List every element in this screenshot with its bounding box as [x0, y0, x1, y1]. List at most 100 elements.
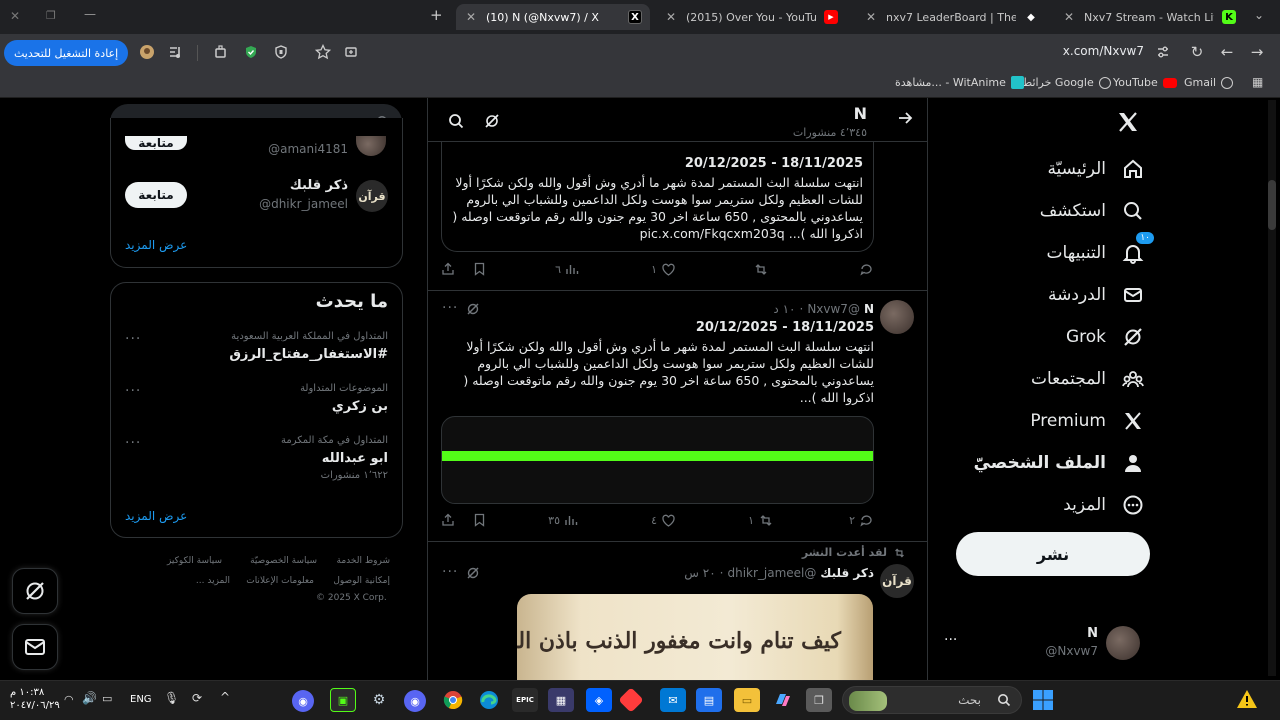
restore-window-icon[interactable]: ❐: [46, 9, 56, 22]
dropbox-icon[interactable]: ◈: [586, 688, 612, 712]
taskbar-search[interactable]: بحث: [842, 686, 1022, 714]
repost-button[interactable]: ١: [748, 513, 774, 528]
media-controls-icon[interactable]: [164, 41, 186, 63]
kick-app-icon[interactable]: ▣: [330, 688, 356, 712]
repost-button[interactable]: [749, 262, 769, 277]
trend-topic[interactable]: بن زكري: [332, 399, 388, 414]
bookmark-button[interactable]: [473, 513, 486, 527]
wifi-icon[interactable]: ◠: [64, 693, 74, 706]
more-options-icon[interactable]: ···: [442, 564, 458, 580]
share-button[interactable]: [441, 513, 455, 527]
nav-premium[interactable]: Premium: [1030, 408, 1146, 434]
tab-x-profile[interactable]: ✕ (10) N (@Nxvw7) / X X: [456, 4, 650, 30]
edge-icon[interactable]: [476, 688, 502, 712]
adblock-shield-icon[interactable]: [240, 41, 262, 63]
store-icon[interactable]: ▤: [696, 688, 722, 712]
close-tab-icon[interactable]: ✕: [664, 10, 678, 24]
sync-icon[interactable]: ⟳: [192, 691, 202, 705]
discord-icon[interactable]: ◉: [292, 690, 314, 712]
show-more-link[interactable]: عرض المزيد: [125, 238, 187, 252]
microphone-icon[interactable]: 🎙: [164, 691, 179, 705]
follow-button[interactable]: متابعة: [125, 182, 187, 208]
close-tab-icon[interactable]: ✕: [1062, 10, 1076, 24]
all-bookmarks-icon[interactable]: ▦: [1252, 75, 1263, 89]
warning-icon[interactable]: [1236, 688, 1258, 710]
new-tab-icon[interactable]: +: [430, 6, 443, 24]
bookmark-google-maps[interactable]: خرائط Google: [1022, 76, 1111, 89]
language-indicator[interactable]: ENG: [130, 694, 152, 705]
views-button[interactable]: ٣٥: [548, 513, 578, 527]
grok-icon[interactable]: [484, 113, 500, 129]
tweet-media[interactable]: [441, 416, 874, 504]
volume-icon[interactable]: 🔊: [82, 691, 97, 705]
trend-topic[interactable]: #الاستغفار_مفتاح_الرزق: [229, 347, 388, 362]
file-explorer-icon[interactable]: ▭: [734, 688, 760, 712]
windows-start-icon[interactable]: [1032, 689, 1054, 711]
nav-profile[interactable]: الملف الشخصيّ: [974, 450, 1146, 476]
follow-button[interactable]: متابعة: [125, 136, 187, 150]
tweet-media-image[interactable]: كيف تنام وانت مغفور الذنب باذن الله: [517, 594, 873, 680]
copilot-icon[interactable]: [770, 688, 796, 712]
steam-icon[interactable]: ⚙: [366, 688, 392, 712]
repost-label[interactable]: لقد أعدت النشر: [802, 546, 887, 559]
bookmark-youtube[interactable]: YouTube: [1113, 76, 1177, 89]
nav-home[interactable]: الرئيسيّة: [1047, 156, 1146, 182]
footer-link-terms[interactable]: شروط الخدمة: [337, 556, 390, 566]
tweet-author-name[interactable]: N: [864, 302, 874, 316]
task-view-icon[interactable]: ❐: [806, 688, 832, 712]
back-arrow-icon[interactable]: [897, 110, 913, 126]
tab-search-chevron-icon[interactable]: ⌄: [1254, 8, 1264, 22]
epic-games-icon[interactable]: EPIC: [512, 688, 538, 712]
extension-avatar-icon[interactable]: [136, 41, 158, 63]
bookmark-witanime[interactable]: مشاهدة... - WitAnime: [895, 76, 1024, 89]
nav-messages[interactable]: الدردشة: [1048, 282, 1146, 308]
reply-button[interactable]: ٢: [849, 513, 874, 528]
discord-canary-icon[interactable]: ◉: [404, 690, 426, 712]
tweet-time[interactable]: ٢٠ س: [684, 566, 715, 580]
extensions-puzzle-icon[interactable]: [210, 41, 232, 63]
more-options-icon[interactable]: ···: [442, 300, 458, 316]
show-more-link[interactable]: عرض المزيد: [125, 509, 187, 523]
reload-icon[interactable]: ↻: [1186, 41, 1208, 63]
footer-link-ads-info[interactable]: معلومات الإعلانات: [246, 576, 314, 586]
close-window-icon[interactable]: ✕: [10, 9, 20, 23]
bookmark-button[interactable]: [473, 262, 486, 276]
quoted-tweet-card[interactable]: 18/11/2025 - 20/12/2025 انتهت سلسلة البث…: [441, 142, 874, 252]
footer-link-privacy[interactable]: سياسة الخصوصيّة: [250, 556, 317, 566]
battery-icon[interactable]: ▭: [102, 692, 112, 705]
scrollbar-thumb[interactable]: [1268, 180, 1276, 230]
footer-link-cookies[interactable]: سياسة الكوكيز: [167, 556, 222, 566]
grok-float-button[interactable]: [12, 568, 58, 614]
post-button[interactable]: نشر: [956, 532, 1150, 576]
nav-notifications[interactable]: ١٠ التنبيهات: [1047, 232, 1154, 266]
avatar[interactable]: [880, 300, 914, 334]
more-options-icon[interactable]: ···: [125, 331, 141, 347]
tab-kick-stream[interactable]: ✕ Nxv7 Stream - Watch Live on Ki K: [1054, 4, 1244, 30]
close-tab-icon[interactable]: ✕: [864, 10, 878, 24]
install-app-icon[interactable]: [340, 41, 362, 63]
x-logo-icon[interactable]: [1116, 110, 1140, 134]
bookmark-gmail[interactable]: Gmail: [1184, 76, 1234, 89]
footer-link-accessibility[interactable]: إمكانية الوصول: [333, 576, 390, 586]
bookmark-star-icon[interactable]: [312, 41, 334, 63]
search-icon[interactable]: [448, 113, 464, 129]
reply-button[interactable]: [855, 262, 874, 277]
grok-explain-icon[interactable]: [466, 302, 480, 316]
share-button[interactable]: [441, 262, 455, 276]
more-options-icon[interactable]: ···: [125, 383, 141, 399]
avatar[interactable]: قرآن: [356, 180, 388, 212]
chrome-icon[interactable]: [440, 688, 466, 712]
tweet-author-name[interactable]: ذكر قلبك: [820, 566, 874, 580]
grok-explain-icon[interactable]: [466, 566, 480, 580]
tab-youtube[interactable]: ✕ (2015) Over You - YouTube ▶: [656, 4, 846, 30]
tweet-author-handle[interactable]: @Nxvw7: [807, 302, 860, 316]
trend-topic[interactable]: ابو عبدالله: [322, 451, 388, 466]
outlook-icon[interactable]: ✉: [660, 688, 686, 712]
forward-arrow-icon[interactable]: →: [1246, 41, 1268, 63]
url-field[interactable]: x.com/Nxvw7: [1063, 44, 1144, 58]
more-options-icon[interactable]: ···: [125, 435, 141, 451]
nav-communities[interactable]: المجتمعات: [1031, 366, 1146, 392]
suggestion-name[interactable]: ذكر قلبك: [290, 178, 348, 193]
nav-more[interactable]: المزيد: [1063, 492, 1146, 518]
clock[interactable]: ١٠:٣٨ م ٢٠٤٧/٠٦/٢٩: [10, 686, 60, 712]
